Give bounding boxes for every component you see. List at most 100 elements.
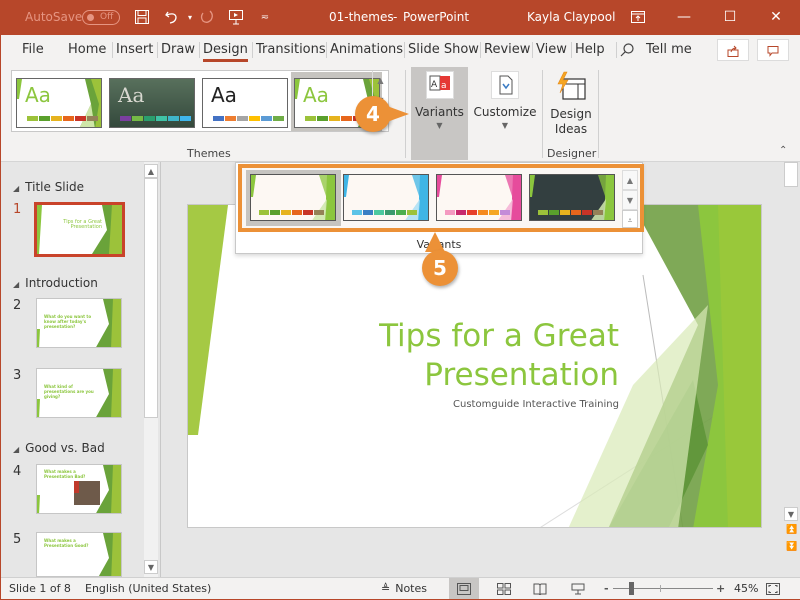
comments-button[interactable] xyxy=(757,39,789,61)
present-icon[interactable] xyxy=(227,9,245,27)
collapse-triangle-icon[interactable]: ◢ xyxy=(13,280,19,289)
color-swatch xyxy=(132,116,143,121)
color-swatch xyxy=(317,116,328,121)
user-name[interactable]: Kayla Claypool xyxy=(527,0,615,35)
search-icon[interactable] xyxy=(616,35,634,65)
color-swatch xyxy=(213,116,224,121)
slide-sorter-button[interactable] xyxy=(489,578,519,599)
variants-scroll-down[interactable]: ▼ xyxy=(622,190,638,210)
scroll-down-arrow[interactable]: ▼ xyxy=(784,507,798,521)
tab-insert[interactable]: Insert xyxy=(111,35,153,65)
color-swatch xyxy=(352,210,362,215)
color-swatch xyxy=(259,210,269,215)
step-callout-4: 4 xyxy=(355,96,391,132)
variants-button[interactable]: Aa Variants ▼ xyxy=(411,67,468,160)
slide-thumbnail-1[interactable]: Tips for a Great Presentation xyxy=(34,202,125,257)
tab-draw[interactable]: Draw xyxy=(157,35,195,65)
slide-thumbnail-4[interactable]: What makes a Presentation Bad? xyxy=(36,464,122,514)
variant-thumb-blue[interactable] xyxy=(343,174,429,221)
zoom-out-button[interactable]: - xyxy=(604,578,609,599)
language-indicator[interactable]: English (United States) xyxy=(85,578,211,599)
autosave-label: AutoSave xyxy=(25,10,83,24)
variant-thumb-pink[interactable] xyxy=(436,174,522,221)
minimize-icon[interactable]: — xyxy=(661,0,707,35)
undo-icon[interactable] xyxy=(163,9,181,27)
scroll-thumb[interactable] xyxy=(144,178,158,418)
color-swatch xyxy=(270,210,280,215)
ribbon-display-options-icon[interactable] xyxy=(615,0,661,35)
themes-group-label: Themes xyxy=(187,147,231,160)
section-introduction[interactable]: ◢ Introduction xyxy=(13,276,98,290)
zoom-level[interactable]: 45% xyxy=(734,578,758,599)
normal-view-button[interactable] xyxy=(449,578,479,599)
collapse-triangle-icon[interactable]: ◢ xyxy=(13,445,19,454)
tab-slide-show[interactable]: Slide Show xyxy=(404,35,479,65)
previous-slide-icon[interactable]: ⏫ xyxy=(786,525,797,535)
slide-panel-scrollbar[interactable]: ▲ ▼ xyxy=(144,162,158,577)
tab-design[interactable]: Design xyxy=(199,35,248,65)
maximize-icon[interactable]: ☐ xyxy=(707,0,753,35)
slide-title[interactable]: Tips for a Great Presentation xyxy=(379,317,619,395)
themes-scroll-up[interactable]: ▲ xyxy=(372,71,388,91)
slide-thumb-text: What makes a Presentation Bad? xyxy=(44,469,86,479)
next-slide-icon[interactable]: ⏬ xyxy=(786,542,797,552)
scroll-thumb[interactable] xyxy=(784,162,798,187)
reading-view-button[interactable] xyxy=(525,578,555,599)
callout-pointer-5 xyxy=(425,232,445,252)
slide-thumbnail-3[interactable]: What kind of presentations are you givin… xyxy=(36,368,122,418)
save-icon[interactable] xyxy=(133,9,151,27)
theme-thumb-facet[interactable]: Aa xyxy=(16,78,102,128)
customize-qat-icon[interactable]: ≂ xyxy=(256,9,274,27)
chevron-down-icon: ▼ xyxy=(501,121,509,130)
variants-scroll-up[interactable]: ▲ xyxy=(622,170,638,190)
variant-thumb-green[interactable] xyxy=(250,174,336,221)
slide-indicator[interactable]: Slide 1 of 8 xyxy=(9,578,71,599)
zoom-in-button[interactable]: + xyxy=(716,578,725,599)
scroll-down-arrow[interactable]: ▼ xyxy=(144,560,158,574)
slide-number: 3 xyxy=(13,368,22,383)
status-bar: Slide 1 of 8 English (United States) ≜ No… xyxy=(1,577,800,600)
zoom-slider-thumb[interactable] xyxy=(629,582,634,595)
scroll-up-arrow[interactable]: ▲ xyxy=(144,164,158,178)
canvas-scrollbar[interactable]: ▼ ⏫ ⏬ xyxy=(782,162,800,577)
slide-thumbnail-5[interactable]: What makes a Presentation Good? xyxy=(36,532,122,577)
color-swatch xyxy=(225,116,236,121)
collapse-triangle-icon[interactable]: ◢ xyxy=(13,184,19,193)
theme-thumb-organic[interactable]: Aa xyxy=(109,78,195,128)
tab-animations[interactable]: Animations xyxy=(325,35,403,65)
redo-icon xyxy=(198,9,216,27)
variants-icon: Aa xyxy=(425,71,454,99)
color-swatch xyxy=(87,116,98,121)
theme-thumb-office[interactable]: Aa xyxy=(202,78,288,128)
zoom-slider-track[interactable] xyxy=(613,588,713,589)
fit-to-window-icon[interactable] xyxy=(763,578,783,599)
tab-view[interactable]: View xyxy=(532,35,567,65)
tab-home[interactable]: Home xyxy=(68,35,106,65)
collapse-ribbon-icon[interactable]: ⌃ xyxy=(779,145,787,156)
variant-thumb-dark[interactable] xyxy=(529,174,615,221)
color-swatch xyxy=(292,210,302,215)
color-swatch xyxy=(180,116,191,121)
color-swatch xyxy=(51,116,62,121)
tab-transitions[interactable]: Transitions xyxy=(252,35,326,65)
variant-swatches xyxy=(259,210,325,215)
tab-review[interactable]: Review xyxy=(479,35,530,65)
slide-subtitle[interactable]: Customguide Interactive Training xyxy=(453,399,619,410)
customize-button[interactable]: Customize ▼ xyxy=(473,67,537,160)
autosave-toggle[interactable]: Off xyxy=(82,10,120,25)
title-bar: AutoSave Off ▾ ≂ 01-themes - PowerPoint … xyxy=(1,0,800,35)
close-icon[interactable]: ✕ xyxy=(753,0,799,35)
share-button[interactable] xyxy=(717,39,749,61)
section-title-slide[interactable]: ◢ Title Slide xyxy=(13,180,84,194)
undo-dropdown-icon[interactable]: ▾ xyxy=(181,9,199,27)
tab-file[interactable]: File xyxy=(22,35,44,65)
variants-more[interactable]: ⩡ xyxy=(622,210,638,228)
slide-thumbnail-2[interactable]: What do you want to know after today's p… xyxy=(36,298,122,348)
slide-show-button[interactable] xyxy=(563,578,593,599)
section-good-vs-bad[interactable]: ◢ Good vs. Bad xyxy=(13,441,105,455)
svg-text:a: a xyxy=(441,81,447,91)
notes-button[interactable]: ≜ Notes xyxy=(381,578,427,599)
zoom-slider-midmark xyxy=(660,585,661,592)
tab-help[interactable]: Help xyxy=(571,35,605,65)
tell-me-search[interactable]: Tell me xyxy=(646,35,692,65)
